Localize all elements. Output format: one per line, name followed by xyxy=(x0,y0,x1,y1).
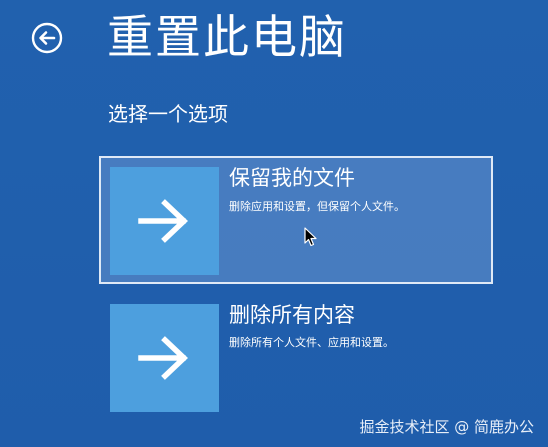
option-description: 删除应用和设置，但保留个人文件。 xyxy=(229,200,405,213)
mouse-cursor-icon xyxy=(304,227,317,247)
choose-option-label: 选择一个选项 xyxy=(108,102,228,126)
arrow-right-icon xyxy=(138,336,188,380)
watermark-text: 掘金技术社区 @ 简鹿办公 xyxy=(359,418,534,436)
option-tile xyxy=(110,304,219,412)
option-tile xyxy=(110,167,219,275)
reset-pc-screen: 重置此电脑 选择一个选项 保留我的文件 删除应用和设置，但保留个人文件。 删除所… xyxy=(0,0,548,447)
option-description: 删除所有个人文件、应用和设置。 xyxy=(229,336,394,349)
option-remove-everything[interactable]: 删除所有内容 删除所有个人文件、应用和设置。 xyxy=(99,296,493,424)
option-keep-my-files[interactable]: 保留我的文件 删除应用和设置，但保留个人文件。 xyxy=(99,156,493,284)
back-arrow-circle-icon xyxy=(31,22,63,54)
arrow-right-icon xyxy=(138,199,188,243)
page-title: 重置此电脑 xyxy=(107,10,347,64)
option-title: 删除所有内容 xyxy=(229,303,355,327)
back-button[interactable] xyxy=(31,22,63,54)
option-title: 保留我的文件 xyxy=(229,166,355,190)
